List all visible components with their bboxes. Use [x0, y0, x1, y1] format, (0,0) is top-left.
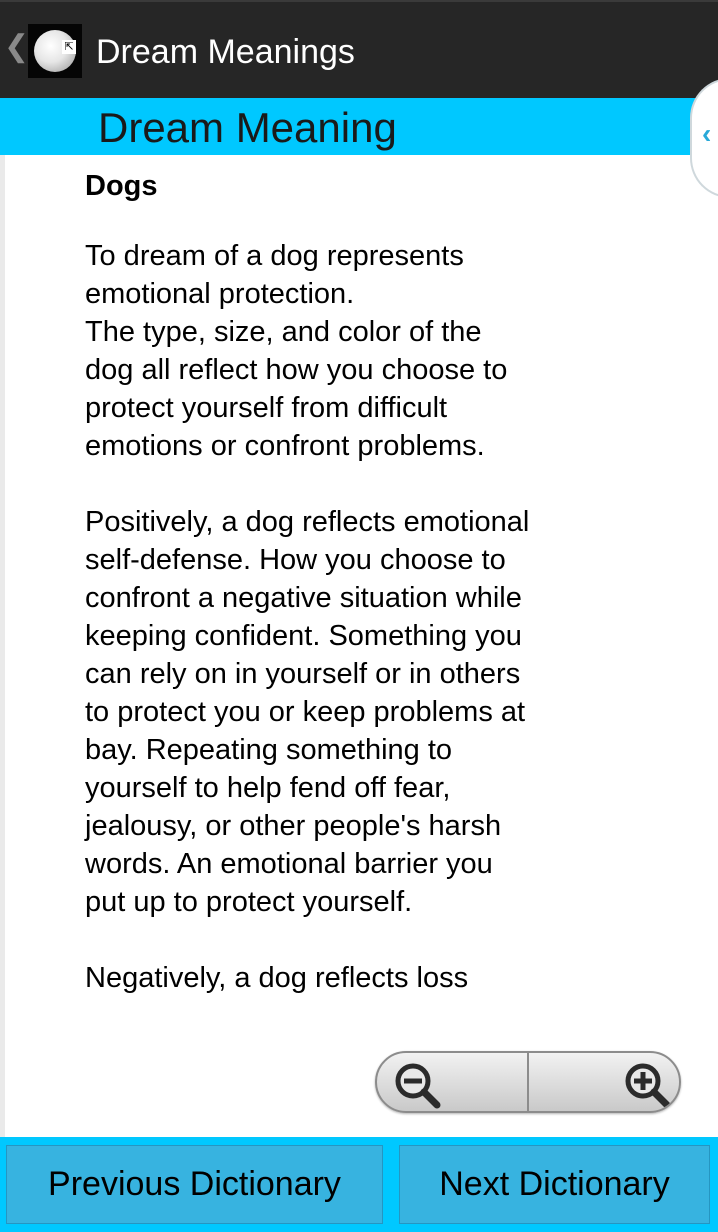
- chevron-left-icon: ‹: [702, 118, 712, 149]
- paragraph-2: Positively, a dog reflects emotional sel…: [85, 506, 530, 918]
- app-title: Dream Meanings: [96, 33, 355, 71]
- dream-word: Dogs: [85, 170, 158, 202]
- left-edge-shadow: [0, 155, 5, 1137]
- up-chevron-icon[interactable]: ❮: [4, 32, 29, 62]
- zoom-in-icon: [625, 1063, 671, 1109]
- bottom-bar: Previous Dictionary Next Dictionary: [0, 1137, 718, 1232]
- section-header: Dream Meaning: [0, 98, 718, 155]
- paragraph-3: Negatively, a dog reflects loss: [85, 962, 469, 994]
- next-dictionary-button[interactable]: Next Dictionary: [399, 1145, 710, 1224]
- zoom-controls: [375, 1051, 681, 1113]
- paragraph-1: To dream of a dog represents emotional p…: [85, 240, 508, 462]
- action-bar: ❮ ⇱ Dream Meanings: [0, 0, 718, 98]
- zoom-in-button[interactable]: [529, 1053, 679, 1111]
- app-icon[interactable]: ⇱: [28, 24, 82, 78]
- zoom-out-button[interactable]: [377, 1053, 529, 1111]
- article: Dogs To dream of a dog represents emotio…: [85, 167, 530, 1035]
- previous-dictionary-button[interactable]: Previous Dictionary: [6, 1145, 383, 1224]
- badge-icon: ⇱: [62, 40, 76, 54]
- content-scroll-area[interactable]: Dogs To dream of a dog represents emotio…: [0, 155, 718, 1137]
- zoom-out-icon: [395, 1063, 441, 1109]
- section-title: Dream Meaning: [98, 104, 397, 151]
